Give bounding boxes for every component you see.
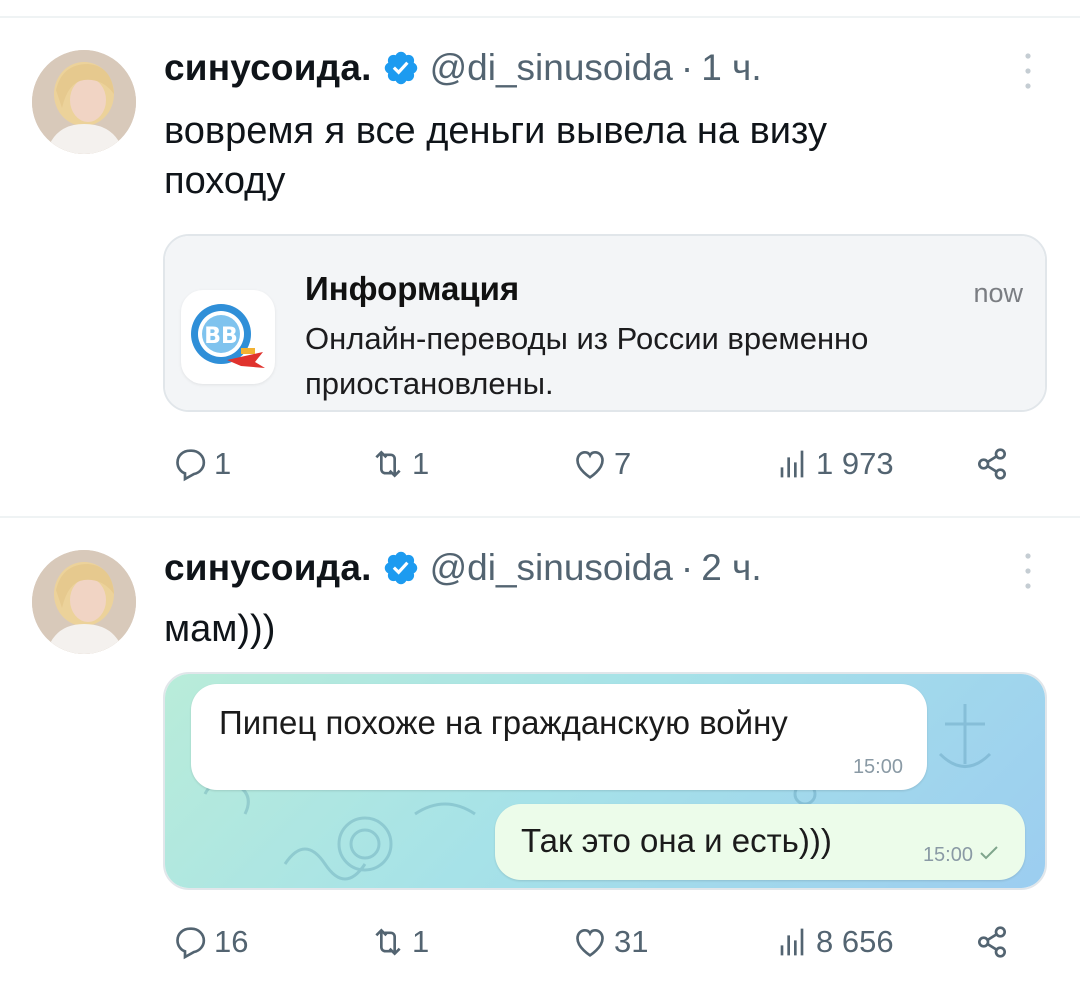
outgoing-message-bubble: Так это она и есть))) 15:00 (495, 804, 1025, 880)
heart-icon (576, 928, 604, 957)
like-count: 7 (614, 446, 632, 481)
tweet-time[interactable]: 2 ч. (701, 547, 761, 589)
tweet-actions: 1 1 7 1 973 (164, 440, 1024, 488)
reply-icon (176, 449, 206, 482)
views-count: 1 973 (816, 446, 894, 481)
tweet-actions: 16 1 31 8 656 (164, 918, 1024, 966)
retweet-icon (375, 928, 401, 956)
incoming-message-bubble: Пипец похоже на гражданскую войну 15:00 (191, 684, 927, 790)
more-options-icon[interactable] (1020, 550, 1036, 592)
reply-count: 1 (214, 446, 232, 481)
user-handle[interactable]: @di_sinusoida (430, 547, 673, 589)
like-button[interactable]: 31 (570, 918, 648, 966)
display-name[interactable]: синусоида. (164, 47, 372, 89)
avatar-photo (32, 50, 136, 154)
share-button[interactable] (972, 440, 1012, 488)
reply-count: 16 (214, 924, 249, 959)
chat-screenshot: Пипец похоже на гражданскую войну 15:00 … (165, 674, 1045, 888)
retweet-button[interactable]: 1 (368, 918, 429, 966)
outgoing-message-text: Так это она и есть))) (521, 822, 832, 859)
reply-icon (176, 927, 206, 960)
tweet-text-line: мам))) (164, 608, 276, 650)
media-card[interactable]: BB Информация now Онлайн-переводы из Рос… (163, 234, 1047, 412)
bank-app-icon: BB (181, 290, 275, 384)
user-handle[interactable]: @di_sinusoida (430, 47, 673, 89)
avatar-photo (32, 550, 136, 654)
tweet-time[interactable]: 1 ч. (701, 47, 761, 89)
avatar[interactable] (32, 550, 136, 654)
outgoing-message-time: 15:00 (922, 844, 973, 866)
notification-body-line: Онлайн-переводы из России временно (305, 321, 869, 356)
separator-dot: · (680, 47, 694, 88)
share-button[interactable] (972, 918, 1012, 966)
verified-badge-icon (384, 551, 417, 585)
views-chart-icon (780, 928, 804, 956)
separator-dot: · (680, 547, 694, 588)
verified-badge-icon (384, 51, 417, 85)
notification-body: Онлайн-переводы из России временно приос… (305, 316, 1025, 406)
like-button[interactable]: 7 (570, 440, 631, 488)
incoming-message-text: Пипец похоже на гражданскую войну (219, 704, 788, 741)
media-card[interactable]: Пипец похоже на гражданскую войну 15:00 … (163, 672, 1047, 890)
svg-text:BB: BB (204, 324, 238, 349)
retweet-icon (375, 450, 401, 478)
reply-button[interactable]: 1 (170, 440, 231, 488)
display-name[interactable]: синусоида. (164, 547, 372, 589)
views-chart-icon (780, 450, 804, 478)
notification-body-line: приостановлены. (305, 366, 554, 401)
tweet-text: вовремя я все деньги вывела на визу похо… (164, 106, 1024, 206)
notification-banner: BB Информация now Онлайн-переводы из Рос… (165, 236, 1045, 410)
tweet-2[interactable]: синусоида. @di_sinusoida · 2 ч. мам))) П… (0, 518, 1080, 994)
reply-button[interactable]: 16 (170, 918, 248, 966)
retweet-count: 1 (412, 924, 430, 959)
tweet-text: мам))) (164, 604, 1024, 654)
heart-icon (576, 450, 604, 479)
share-icon (978, 448, 1006, 480)
app-logo-icon: BB (191, 304, 265, 368)
notification-title: Информация (305, 270, 520, 307)
avatar[interactable] (32, 50, 136, 154)
notification-time: now (973, 278, 1023, 308)
tweet-1[interactable]: синусоида. @di_sinusoida · 1 ч. вовремя … (0, 18, 1080, 518)
views-button[interactable]: 1 973 (772, 440, 894, 488)
tweet-text-line: походу (164, 160, 286, 202)
tweet-text-line: вовремя я все деньги вывела на визу (164, 110, 828, 152)
sent-check-icon (980, 846, 998, 860)
share-icon (978, 926, 1006, 958)
views-count: 8 656 (816, 924, 894, 959)
tweet-header: синусоида. @di_sinusoida · 2 ч. (164, 544, 762, 592)
more-options-icon[interactable] (1020, 50, 1036, 92)
retweet-button[interactable]: 1 (368, 440, 429, 488)
incoming-message-time: 15:00 (852, 756, 903, 778)
like-count: 31 (614, 924, 649, 959)
retweet-count: 1 (412, 446, 430, 481)
tweet-header: синусоида. @di_sinusoida · 1 ч. (164, 44, 762, 92)
views-button[interactable]: 8 656 (772, 918, 894, 966)
